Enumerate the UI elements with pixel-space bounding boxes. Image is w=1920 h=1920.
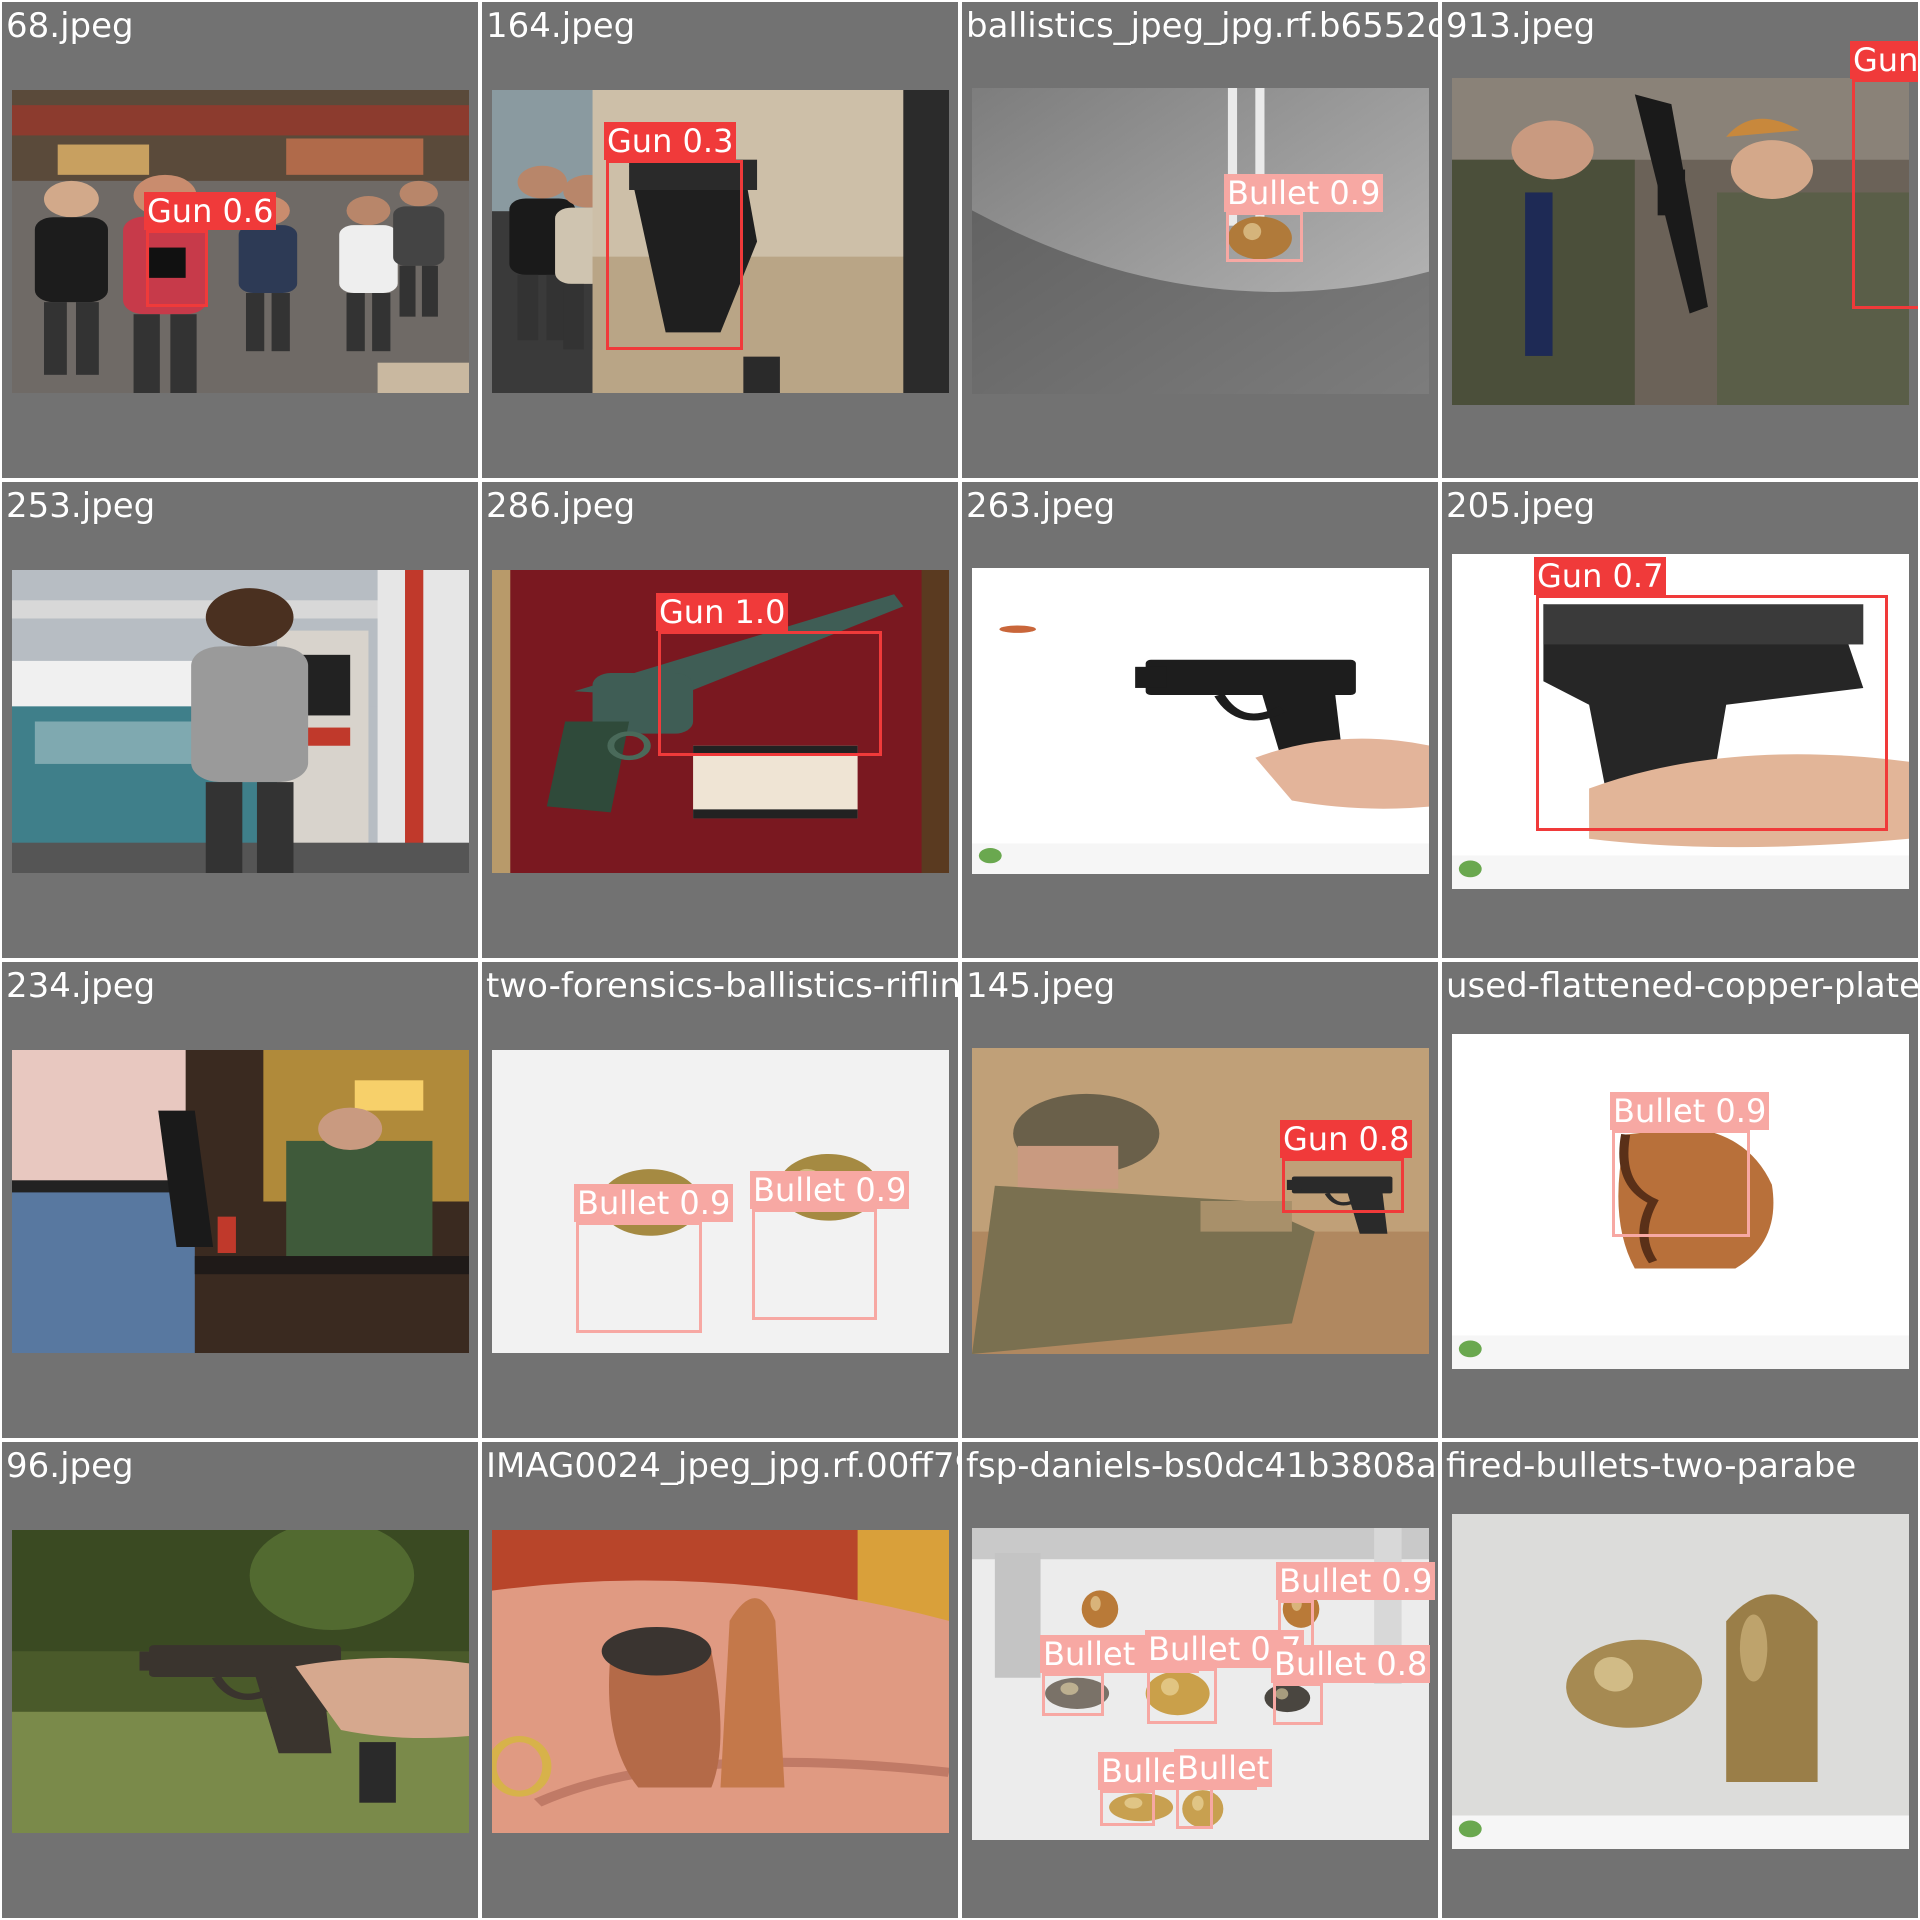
grid-tile: 68.jpeg Gun 0.6 <box>2 2 478 478</box>
tile-filename: 263.jpeg <box>966 486 1116 526</box>
image-grid: 68.jpeg Gun 0.6 164.jpeg Gun 0.3 ballistics_… <box>0 0 1920 1920</box>
tile-filename: 164.jpeg <box>486 6 636 46</box>
grid-tile: 96.jpeg <box>2 1442 478 1918</box>
tile-filename: 253.jpeg <box>6 486 156 526</box>
grid-tile: 263.jpeg <box>962 482 1438 958</box>
gun-detection-label: Gun 0.3 <box>604 122 737 160</box>
grid-tile: IMAG0024_jpeg_jpg.rf.00ff79cfa73a0e52b59 <box>482 1442 958 1918</box>
grid-tile: 164.jpeg Gun 0.3 <box>482 2 958 478</box>
gun-detection-box <box>1282 1158 1404 1213</box>
tile-filename: fsp-daniels-bs0dc41b3808a59fired-bullets <box>966 1446 1438 1486</box>
bullet-detection-label: Bullet 0.9 <box>1610 1092 1770 1130</box>
grid-tile: 234.jpeg <box>2 962 478 1438</box>
scene-photo <box>12 1050 469 1353</box>
grid-tile: ballistics_jpeg_jpg.rf.b6552d463d31b1a00… <box>962 2 1438 478</box>
tile-filename: 145.jpeg <box>966 966 1116 1006</box>
scene-photo <box>12 90 469 393</box>
tile-filename: 96.jpeg <box>6 1446 134 1486</box>
gun-detection-label: Gun 1.0 <box>656 593 789 631</box>
gun-detection-box <box>606 160 743 350</box>
bullet-detection-label: Bullet 0.8 <box>1271 1645 1431 1683</box>
grid-tile: 913.jpeg Gun 0.7 <box>1442 2 1918 478</box>
scene-photo <box>12 570 469 873</box>
tile-filename: ballistics_jpeg_jpg.rf.b6552d463d31b1a00 <box>966 6 1438 46</box>
tile-filename: 234.jpeg <box>6 966 156 1006</box>
bullet-detection-box <box>1042 1673 1104 1716</box>
gun-detection-label: Gun 0.8 <box>1280 1120 1413 1158</box>
tile-filename: fired-bullets-two-parabe <box>1446 1446 1857 1486</box>
gun-detection-label: Gun 0.6 <box>144 192 277 230</box>
bullet-detection-label: Bullet 0.9 <box>1224 174 1384 212</box>
bullet-detection-box <box>1176 1787 1213 1829</box>
tile-filename: IMAG0024_jpeg_jpg.rf.00ff79cfa73a0e52b59 <box>486 1446 958 1486</box>
scene-photo <box>1452 1514 1909 1849</box>
bullet-detection-box <box>1226 212 1303 262</box>
bullet-detection-box <box>752 1209 877 1320</box>
bullet-detection-box <box>1147 1668 1217 1724</box>
scene-photo <box>12 1530 469 1833</box>
bullet-detection-label: Bullet 0.9 <box>574 1184 734 1222</box>
tile-filename: 913.jpeg <box>1446 6 1596 46</box>
grid-tile: two-forensics-ballistics-rifling-marks-p… <box>482 962 958 1438</box>
bullet-detection-box <box>1612 1130 1750 1237</box>
gun-detection-box <box>146 230 208 307</box>
grid-tile: fired-bullets-two-parabe <box>1442 1442 1918 1918</box>
gun-detection-box <box>1536 595 1888 831</box>
scene-photo <box>1452 78 1909 405</box>
tile-filename: 205.jpeg <box>1446 486 1596 526</box>
gun-detection-box <box>1852 79 1918 309</box>
tile-filename: 286.jpeg <box>486 486 636 526</box>
tile-filename: two-forensics-ballistics-rifling-marks-p <box>486 966 958 1006</box>
scene-photo <box>492 1530 949 1833</box>
bullet-detection-label: Bullet 0.9 <box>750 1171 910 1209</box>
bullet-detection-box <box>576 1222 702 1333</box>
bullet-detection-label: Bullet <box>1174 1749 1273 1787</box>
gun-detection-label: Gun 0.7 <box>1850 41 1918 79</box>
scene-photo <box>972 568 1429 874</box>
tile-filename: 68.jpeg <box>6 6 134 46</box>
scene-photo <box>972 88 1429 394</box>
tile-filename: used-flattened-copper-plated <box>1446 966 1918 1006</box>
gun-detection-label: Gun 0.7 <box>1534 557 1667 595</box>
grid-tile: 253.jpeg <box>2 482 478 958</box>
gun-detection-box <box>658 631 882 756</box>
bullet-detection-box <box>1273 1683 1323 1725</box>
bullet-detection-box <box>1100 1790 1155 1826</box>
bullet-detection-label: Bullet 0.9 <box>1276 1562 1436 1600</box>
